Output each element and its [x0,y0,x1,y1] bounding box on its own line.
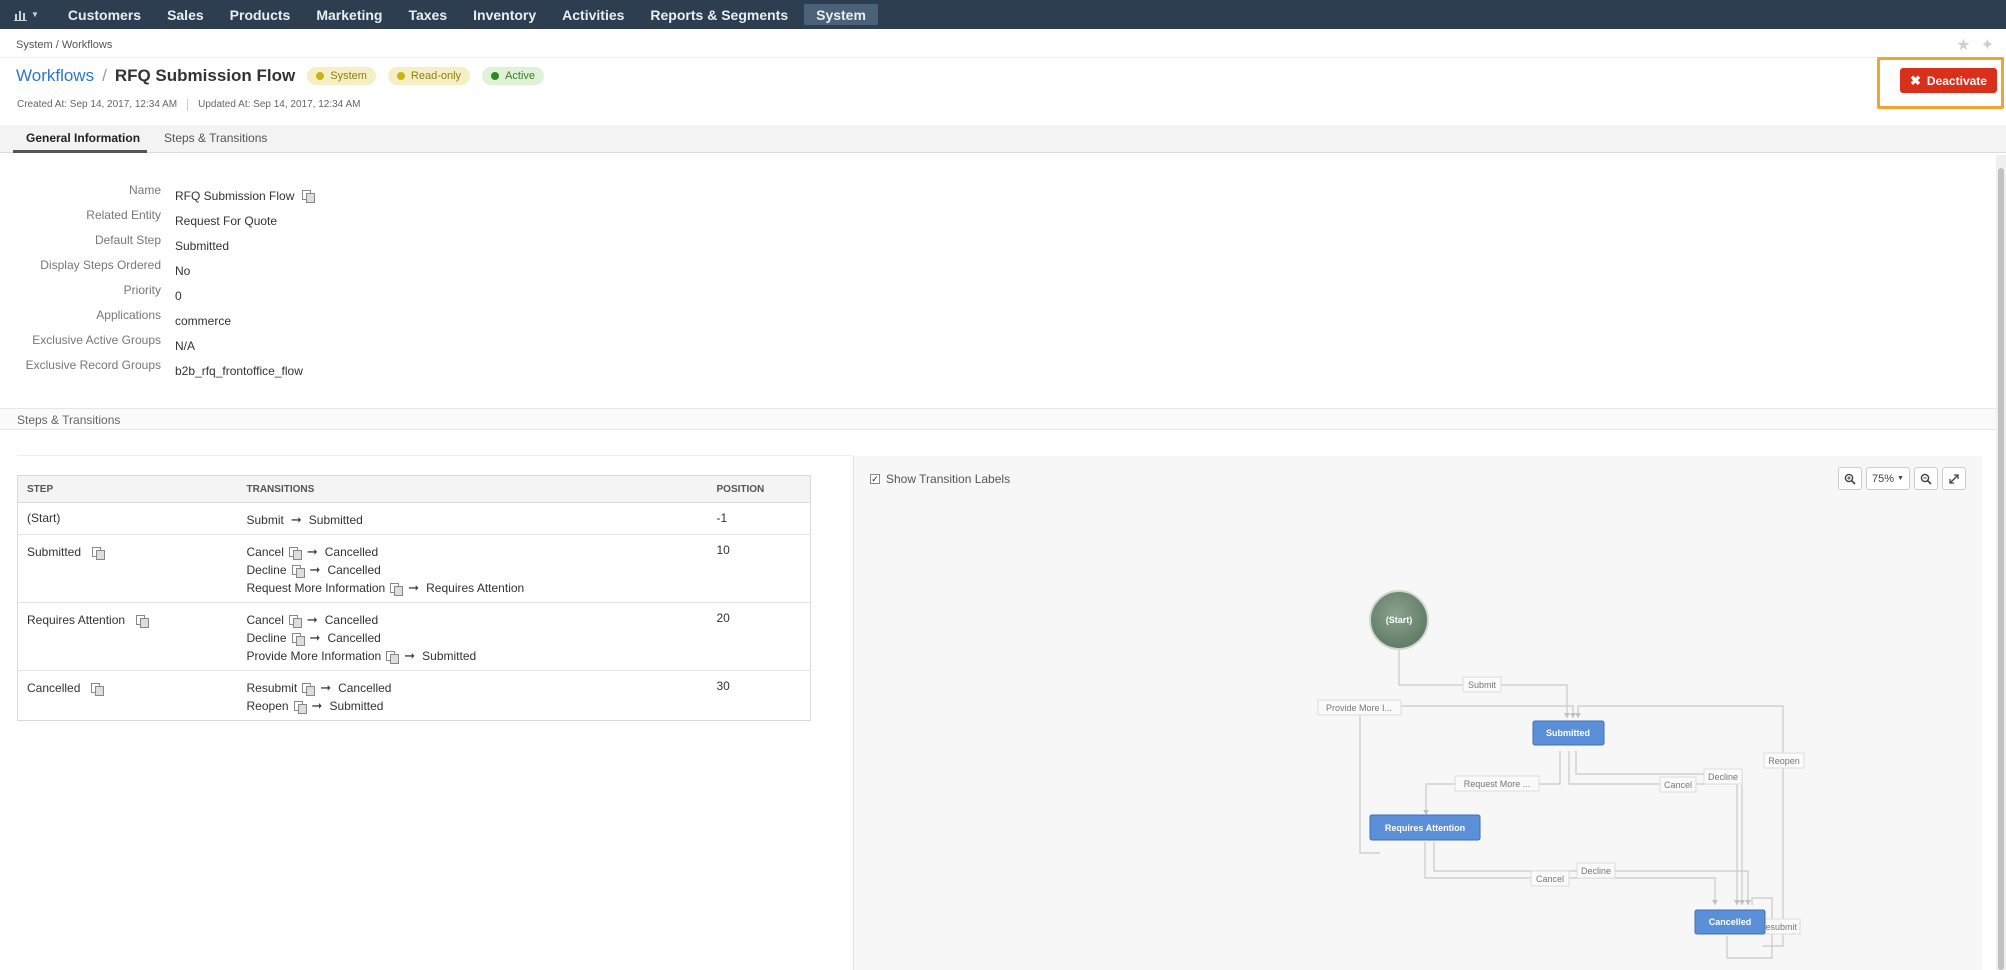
edge-label-decline-2: Decline [1581,866,1611,876]
arrowhead [1734,900,1740,905]
edge-label-submit: Submit [1468,680,1497,690]
svg-text:Submitted: Submitted [1546,728,1590,738]
svg-text:Requires Attention: Requires Attention [1385,823,1465,833]
edge-cancel-2 [1424,842,1716,905]
edge-label-decline-1: Decline [1708,772,1738,782]
graph-node-cancelled[interactable]: Cancelled [1694,909,1766,935]
arrowhead [1575,713,1581,718]
svg-text:Cancelled: Cancelled [1709,917,1752,927]
arrowhead [1423,810,1429,815]
arrowhead [1739,900,1745,905]
arrowhead [1712,900,1718,905]
edge-label-reopen: Reopen [1768,756,1800,766]
arrowhead [1564,713,1570,718]
workflow-graph: Submit Provide More I... Reopen Request … [1317,590,1805,959]
edge-label-request-more: Request More ... [1464,779,1531,789]
graph-node-submitted[interactable]: Submitted [1532,720,1605,746]
edge-labels: Submit Provide More I... Reopen Request … [1317,676,1805,935]
arrowhead [1745,900,1751,905]
graph-node-requires-attention[interactable]: Requires Attention [1369,814,1481,841]
arrowhead [1570,713,1576,718]
edge-label-cancel-1: Cancel [1664,780,1692,790]
edge-label-cancel-2: Cancel [1536,874,1564,884]
edge-label-provide-more: Provide More I... [1326,703,1392,713]
svg-text:(Start): (Start) [1386,615,1413,625]
graph-node-start[interactable]: (Start) [1369,590,1429,650]
